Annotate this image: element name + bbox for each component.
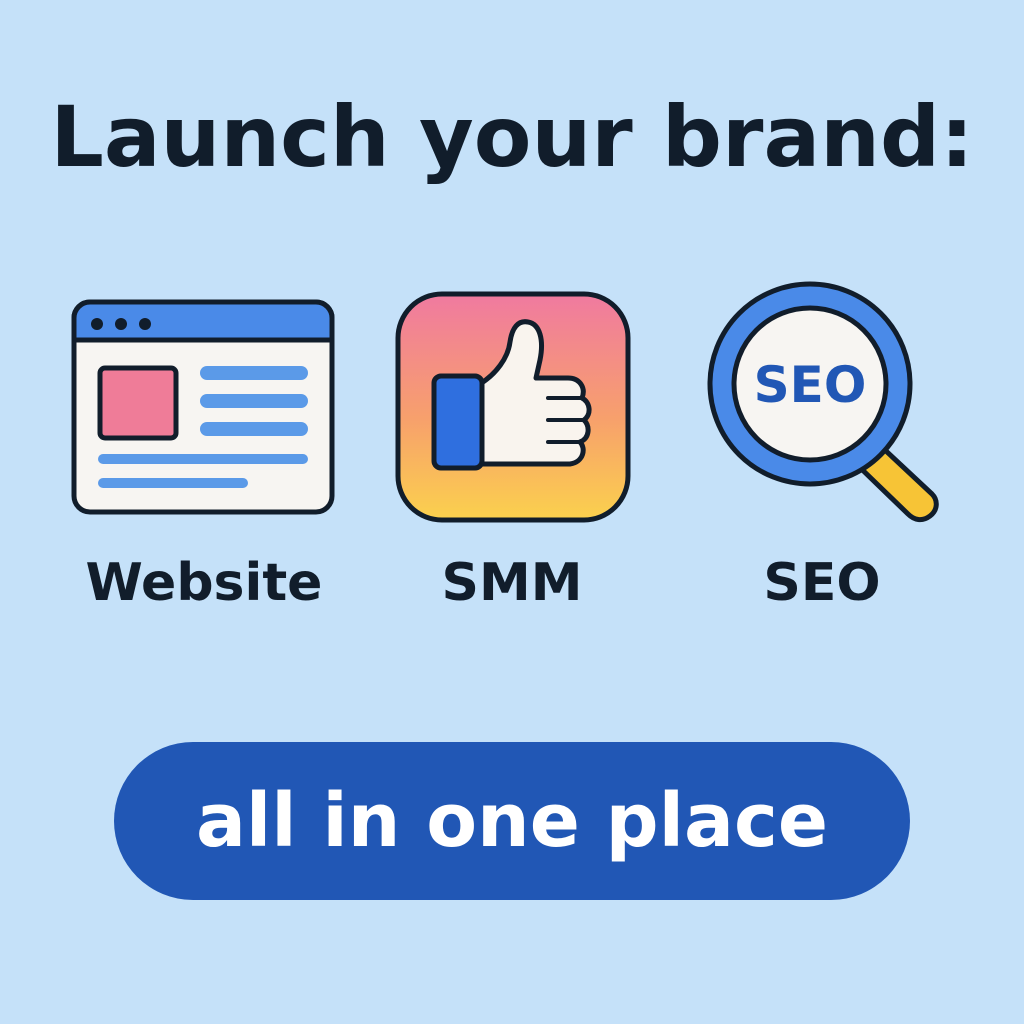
feature-label-smm: SMM — [441, 553, 583, 613]
magnifying-glass-seo-icon: SEO — [682, 280, 962, 540]
feature-website: Website — [64, 0, 344, 640]
seo-lens-text: SEO — [754, 356, 867, 414]
feature-label-website: Website — [85, 553, 323, 613]
thumbs-up-icon — [372, 280, 652, 540]
promo-card: Launch your brand: Website SMM SEO SEO a… — [0, 0, 1024, 1024]
feature-smm: SMM — [372, 0, 652, 640]
feature-seo: SEO SEO — [682, 0, 962, 640]
all-in-one-place-button[interactable]: all in one place — [114, 742, 910, 900]
feature-label-seo: SEO — [763, 553, 881, 613]
browser-window-icon — [64, 280, 344, 540]
